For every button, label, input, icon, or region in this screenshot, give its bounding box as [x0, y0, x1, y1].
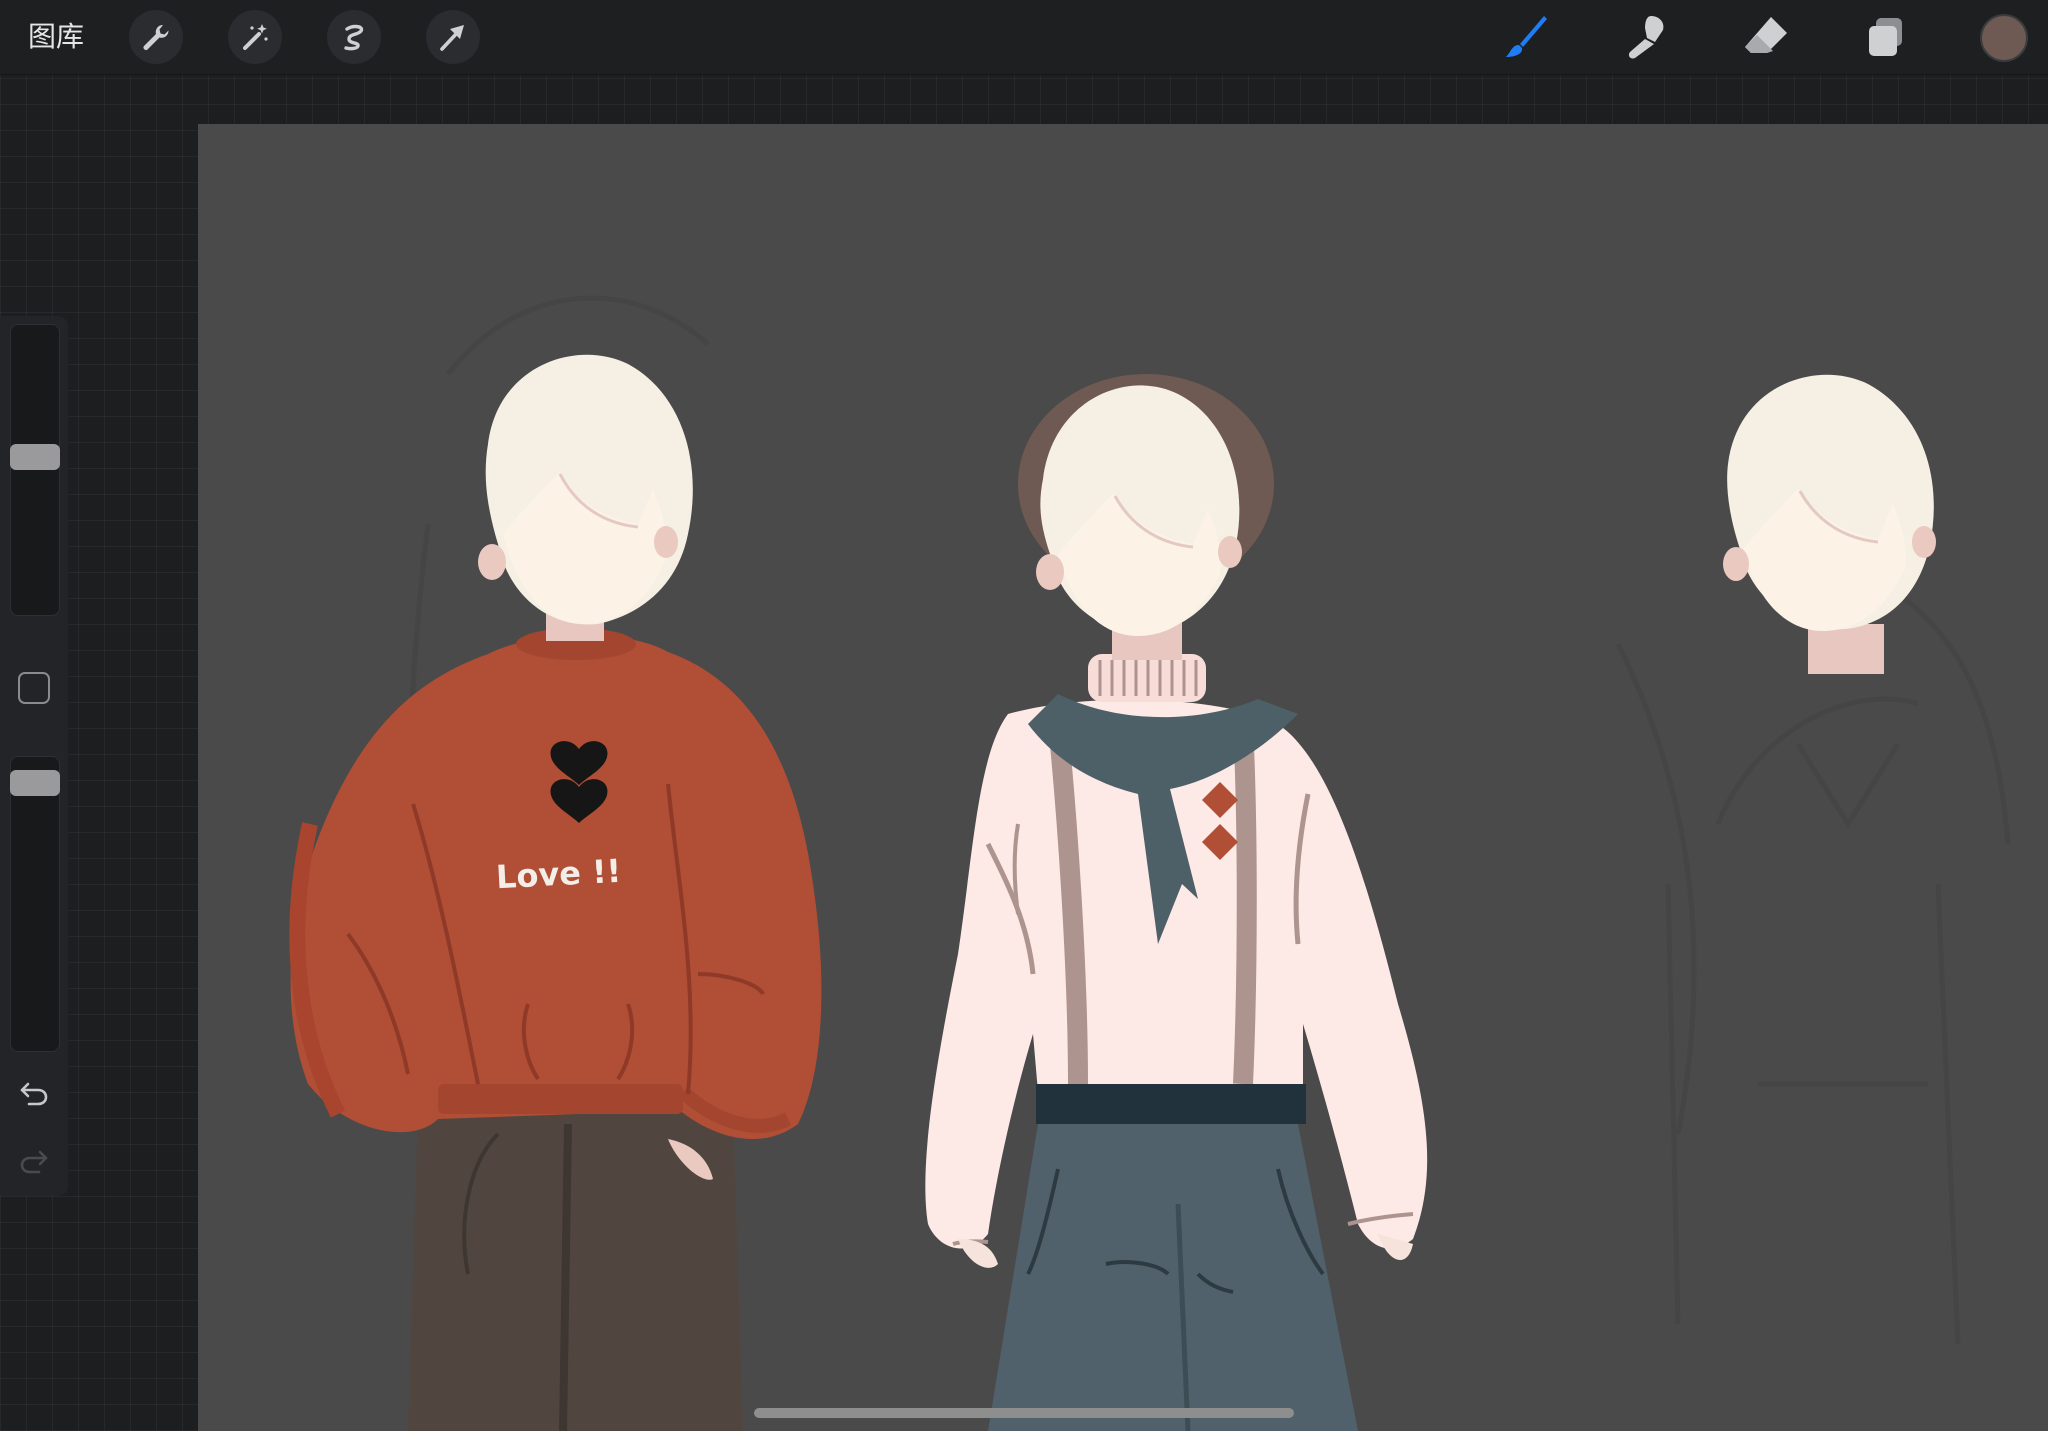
character-sketch — [1723, 374, 1936, 674]
brush-size-slider[interactable] — [10, 324, 60, 616]
opacity-thumb[interactable] — [10, 770, 60, 796]
magic-wand-icon — [243, 24, 268, 50]
modify-button[interactable] — [18, 672, 50, 704]
transform-button[interactable] — [426, 10, 480, 64]
brush-icon — [1506, 16, 1547, 57]
brush-size-thumb[interactable] — [10, 444, 60, 470]
top-toolbar: 图库 — [0, 0, 2048, 75]
gallery-button[interactable]: 图库 — [28, 16, 84, 58]
color-picker-button[interactable] — [1980, 14, 2028, 62]
love-text: Love !! — [495, 852, 622, 897]
artwork: Love !! — [289, 295, 2011, 1431]
smudge-tool-button[interactable] — [1619, 10, 1673, 64]
adjustments-button[interactable] — [228, 10, 282, 64]
redo-icon[interactable] — [17, 1146, 51, 1176]
wrench-icon — [143, 24, 169, 50]
eraser-icon — [1745, 17, 1787, 53]
left-sidebar — [0, 316, 68, 1196]
layers-button[interactable] — [1859, 10, 1913, 64]
drawing-canvas[interactable]: Love !! — [198, 124, 2048, 1431]
brush-tool-button[interactable] — [1498, 10, 1552, 64]
transform-arrow-icon — [440, 25, 464, 51]
selection-icon — [344, 24, 364, 51]
undo-icon[interactable] — [17, 1078, 51, 1108]
character-red-sweater: Love !! — [289, 354, 822, 1431]
layers-icon — [1869, 18, 1902, 56]
eraser-tool-button[interactable] — [1739, 10, 1793, 64]
opacity-slider[interactable] — [10, 756, 60, 1052]
smudge-icon — [1628, 16, 1664, 59]
character-striped-shirt — [925, 374, 1428, 1431]
selection-button[interactable] — [327, 10, 381, 64]
actions-button[interactable] — [129, 10, 183, 64]
home-indicator — [754, 1408, 1294, 1418]
